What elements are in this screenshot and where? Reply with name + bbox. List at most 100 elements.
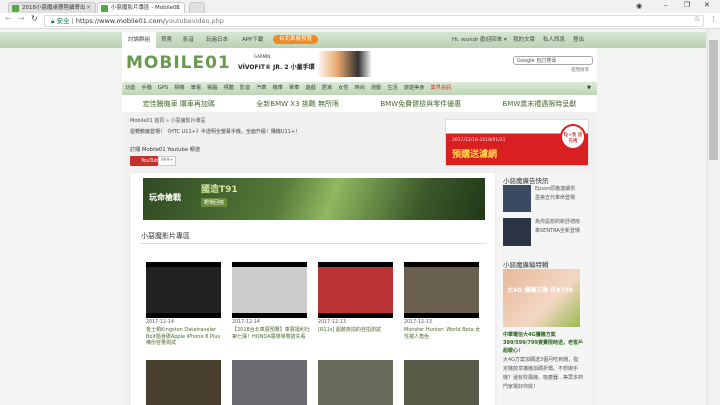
browser-tab-active[interactable]: 小惡魔影片專區 - Mobile01 × <box>97 2 185 13</box>
category-item[interactable]: 汽車 <box>253 82 269 95</box>
tab-title: 小惡魔影片專區 - Mobile01 <box>111 5 181 11</box>
close-tab-icon[interactable]: × <box>86 3 91 13</box>
browser-tab[interactable]: 2018小惡魔桌曆陸續寄出 × <box>8 2 96 13</box>
address-bar[interactable]: 🔒︎ 安全 | https://www.mobile01.com/youtube… <box>44 15 704 27</box>
category-item[interactable]: 旅遊美食 <box>401 82 428 95</box>
video-title-link[interactable]: 【2018台北車展預覽】車展福利社第七彈！HONDA展場導覽搶先看 <box>232 327 310 340</box>
category-nav: 功能 手機 GPS 相機 筆電 電腦 視聽 影音 汽車 機車 單車 遊戲 居家 女性 時尚 運動 生活 旅遊美食業… <box>122 82 597 95</box>
video-date: 2017-12-14 <box>232 320 260 325</box>
ad-brand: 玩命槍戰 <box>149 193 181 202</box>
ad-text: 預購送濾網 <box>452 150 498 160</box>
feature-image[interactable]: 大4G 攜機方案 月$799 <box>503 269 580 327</box>
url-path: youtubevideo.php <box>165 17 224 25</box>
close-tab-icon[interactable]: × <box>175 3 180 13</box>
ad-thumbnail[interactable] <box>503 218 531 246</box>
category-item[interactable]: 手機 <box>138 82 154 95</box>
video-title-link[interactable]: 金士頓Kingston Datatraveler Bolt隨身碟Apple iP… <box>146 327 224 347</box>
close-icon[interactable]: ✕ <box>704 1 710 9</box>
nav-japan[interactable]: 玩遍日本 <box>200 32 234 48</box>
sidebar: 小惡魔廣告快訊 Epson原廠連續供墨第五代革命登場 為你設想的新舒適房車SEN… <box>497 173 592 405</box>
ad-date: 2017/12/16-2018/01/21 <box>452 138 506 143</box>
side-ad-banner[interactable]: 2017/12/16-2018/01/21 預購送濾網 點>我 搶先機 <box>445 119 589 166</box>
headline-link[interactable]: 屋轉鏡魔登場！《HTC U11+》半透明全螢幕手機，全面升級！購機U11+！ <box>130 128 300 135</box>
nav-forum[interactable]: 討論群組 <box>122 32 157 48</box>
category-item[interactable]: 女性 <box>335 82 351 95</box>
category-item[interactable]: GPS <box>155 82 171 95</box>
video-thumbnail[interactable] <box>146 262 221 318</box>
sidebar-ads-title: 小惡魔廣告快訊 <box>503 177 549 185</box>
category-item[interactable]: 單車 <box>286 82 302 95</box>
video-thumbnail[interactable] <box>146 360 221 405</box>
subscribe-label: 訂閱 Mobile01 Youtube 頻道 <box>130 147 201 153</box>
video-title-link[interactable]: [R11s] 超越夜拍的自拍測試 <box>318 327 396 334</box>
category-item[interactable]: 生活 <box>384 82 400 95</box>
reload-icon[interactable]: ↻ <box>31 14 38 23</box>
category-item[interactable]: 遊戲 <box>302 82 318 95</box>
menu-icon[interactable]: ⋮ <box>710 15 717 23</box>
minimize-icon[interactable]: – <box>664 1 668 9</box>
category-item[interactable]: 運動 <box>368 82 384 95</box>
banner-text: VÍVOFIT® JR. 2 小童手環 <box>238 64 315 71</box>
video-thumbnail[interactable] <box>232 262 307 318</box>
category-industry[interactable]: 業界資訊 <box>427 82 454 95</box>
expand-icon[interactable]: ▼ <box>587 82 591 95</box>
secure-label: 安全 <box>56 17 70 25</box>
forward-icon[interactable]: → <box>18 14 25 23</box>
banner-brand: GARMIN <box>254 54 271 59</box>
category-item[interactable]: 電腦 <box>204 82 220 95</box>
youtube-subscribe-button[interactable]: YouTube <box>130 156 161 166</box>
new-tab-button[interactable] <box>189 2 205 13</box>
nav-my-posts[interactable]: 我的文章 <box>507 32 541 48</box>
nav-video[interactable]: 影音 <box>177 32 200 48</box>
main-area: Mobile01 首頁 » 小惡魔影片專區 屋轉鏡魔登場！《HTC U11+》半… <box>122 112 597 405</box>
promo-link[interactable]: 宏佳騰機車 購車再加碼 <box>143 97 215 111</box>
advanced-search-link[interactable]: 進階搜尋 <box>571 67 589 73</box>
category-item[interactable]: 相機 <box>171 82 187 95</box>
breadcrumb[interactable]: Mobile01 首頁 » 小惡魔影片專區 <box>130 117 206 124</box>
maximize-icon[interactable]: ❐ <box>684 1 690 9</box>
promo-link[interactable]: BMW歲末禮遇限時呈獻 <box>503 97 577 111</box>
gun-ad[interactable]: 玩命槍戰 國造T91 靶場回憶 <box>143 178 485 220</box>
promo-link[interactable]: BMW免費健檢與零件優惠 <box>380 97 461 111</box>
category-item[interactable]: 影音 <box>237 82 253 95</box>
video-date: 2017-12-13 <box>318 320 346 325</box>
video-title-link[interactable]: Monster Hunter: World Beta 女性獵人角色 <box>404 327 482 340</box>
user-menu[interactable]: Hi, wundr 歡迎回來 ▾ <box>446 32 513 48</box>
sidebar-ad-link[interactable]: Epson原廠連續供墨第五代革命登場 <box>535 185 580 202</box>
ad-sub: 靶場回憶 <box>201 198 228 207</box>
video-date: 2017-12-13 <box>404 320 432 325</box>
ad-badge: 點>我 搶先機 <box>560 124 586 150</box>
back-icon[interactable]: ← <box>5 14 12 23</box>
nav-autoshow[interactable]: 台北車展預覽 <box>273 35 319 44</box>
video-thumbnail[interactable] <box>232 360 307 405</box>
video-thumbnail[interactable] <box>318 360 393 405</box>
account-icon[interactable]: ◉ <box>636 2 642 10</box>
feature-headline[interactable]: 中華電信大4G攜機方案 399/599/799資費限時送，老客戶超暖心！ <box>503 331 583 355</box>
category-item[interactable]: 機車 <box>270 82 286 95</box>
search-input[interactable]: Google 自訂搜尋 <box>513 56 593 65</box>
nav-logout[interactable]: 登出 <box>567 32 590 48</box>
promo-link[interactable]: 全新BMW X3 挑戰 無所限 <box>256 97 339 111</box>
subscriber-count: 999+ <box>158 156 176 166</box>
nav-app[interactable]: APP下載 <box>236 32 269 48</box>
video-panel: 玩命槍戰 國造T91 靶場回憶 小惡魔影片專區 2017-12-14 金士頓Kin… <box>131 173 495 405</box>
category-item[interactable]: 居家 <box>319 82 335 95</box>
video-thumbnail[interactable] <box>404 360 479 405</box>
logo[interactable]: MOBILE01 <box>126 53 231 73</box>
video-date: 2017-12-14 <box>146 320 174 325</box>
scrollbar-thumb[interactable] <box>709 40 718 160</box>
category-item[interactable]: 功能 <box>122 82 138 95</box>
video-thumbnail[interactable] <box>404 262 479 318</box>
nav-market[interactable]: 買賣 <box>155 32 178 48</box>
url-host: https://www.mobile01.com/ <box>75 17 166 25</box>
nav-messages[interactable]: 私人訊息 <box>537 32 571 48</box>
ad-thumbnail[interactable] <box>503 185 531 212</box>
category-item[interactable]: 筆電 <box>188 82 204 95</box>
video-thumbnail[interactable] <box>318 262 393 318</box>
ad-title: 國造T91 <box>201 185 238 195</box>
category-item[interactable]: 時尚 <box>352 82 368 95</box>
sidebar-ad-link[interactable]: 為你設想的新舒適房車SENTRA全新登場 <box>535 218 580 235</box>
promo-links: 宏佳騰機車 購車再加碼 全新BMW X3 挑戰 無所限 BMW免費健檢與零件優惠… <box>122 97 597 111</box>
banner-ad[interactable]: GARMIN VÍVOFIT® JR. 2 小童手環 <box>234 51 372 77</box>
category-item[interactable]: 視聽 <box>220 82 236 95</box>
